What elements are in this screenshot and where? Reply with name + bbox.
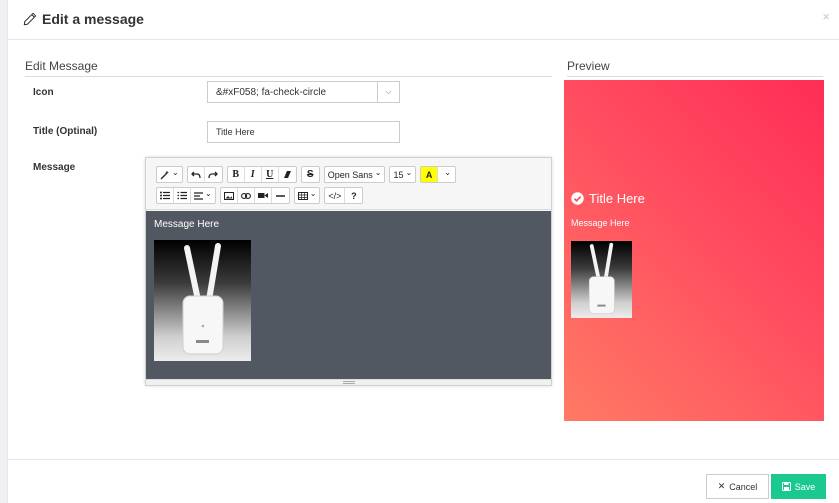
modal-title: Edit a message bbox=[23, 11, 144, 27]
bold-button[interactable]: B bbox=[228, 167, 245, 182]
close-icon[interactable]: × bbox=[822, 9, 830, 24]
font-family-select[interactable]: Open Sans bbox=[325, 167, 385, 182]
undo-icon[interactable] bbox=[188, 167, 205, 182]
link-icon[interactable] bbox=[238, 188, 255, 203]
code-view-button[interactable]: </> bbox=[325, 188, 346, 203]
preview-title-text: Title Here bbox=[589, 191, 645, 206]
pencil-icon bbox=[23, 12, 37, 26]
edit-message-modal: Edit a message × Edit Message Preview Ic… bbox=[7, 0, 839, 503]
cancel-button[interactable]: ✕ Cancel bbox=[706, 474, 769, 499]
preview-router-image bbox=[571, 241, 632, 318]
preview-panel: Title Here Message Here bbox=[564, 80, 824, 421]
close-icon: ✕ bbox=[717, 481, 726, 491]
modal-footer: ✕ Cancel Save bbox=[8, 459, 839, 503]
modal-header: Edit a message × bbox=[8, 0, 839, 40]
color-dropdown-button[interactable] bbox=[438, 167, 455, 182]
cancel-button-label: Cancel bbox=[729, 481, 758, 492]
redo-icon[interactable] bbox=[205, 167, 222, 182]
underline-button[interactable]: U bbox=[262, 167, 279, 182]
editor-toolbar: B I U S Open Sans 15 A bbox=[146, 158, 551, 210]
modal-title-text: Edit a message bbox=[42, 11, 144, 27]
ordered-list-icon[interactable] bbox=[174, 188, 191, 203]
italic-button[interactable]: I bbox=[245, 167, 262, 182]
align-icon[interactable] bbox=[191, 188, 215, 203]
title-input[interactable] bbox=[207, 121, 400, 143]
icon-select-value: &#xF058; fa-check-circle bbox=[216, 86, 327, 98]
highlight-color-button[interactable]: A bbox=[421, 167, 439, 182]
icon-select[interactable]: &#xF058; fa-check-circle ⌵ bbox=[207, 81, 400, 103]
title-label: Title (Optinal) bbox=[33, 126, 98, 137]
help-button[interactable]: ? bbox=[345, 188, 362, 203]
editor-message-text: Message Here bbox=[154, 219, 220, 230]
message-label: Message bbox=[33, 162, 76, 173]
rich-text-editor: B I U S Open Sans 15 A bbox=[145, 157, 552, 386]
eraser-icon[interactable] bbox=[279, 167, 296, 182]
router-image[interactable] bbox=[154, 240, 251, 361]
check-circle-icon bbox=[571, 192, 584, 205]
editor-resize-handle[interactable] bbox=[146, 379, 551, 385]
preview-section-title: Preview bbox=[567, 59, 823, 77]
save-button[interactable]: Save bbox=[771, 474, 826, 499]
save-button-label: Save bbox=[794, 481, 816, 492]
preview-message: Message Here bbox=[571, 218, 630, 228]
magic-icon[interactable] bbox=[157, 167, 182, 182]
image-icon[interactable] bbox=[221, 188, 238, 203]
edit-message-section-title: Edit Message bbox=[25, 59, 552, 77]
floppy-disk-icon bbox=[781, 482, 791, 491]
editor-content-area[interactable]: Message Here bbox=[146, 211, 551, 380]
toolbar-row-2: </> ? bbox=[156, 187, 364, 204]
preview-title: Title Here bbox=[571, 191, 645, 206]
font-size-select[interactable]: 15 bbox=[390, 167, 415, 182]
strikethrough-button[interactable]: S bbox=[302, 167, 319, 182]
table-icon[interactable] bbox=[295, 188, 320, 203]
toolbar-row-1: B I U S Open Sans 15 A bbox=[156, 166, 457, 183]
horizontal-rule-icon[interactable] bbox=[272, 188, 289, 203]
unordered-list-icon[interactable] bbox=[157, 188, 174, 203]
video-icon[interactable] bbox=[255, 188, 272, 203]
icon-label: Icon bbox=[33, 87, 54, 98]
chevron-down-icon[interactable]: ⌵ bbox=[377, 82, 399, 102]
